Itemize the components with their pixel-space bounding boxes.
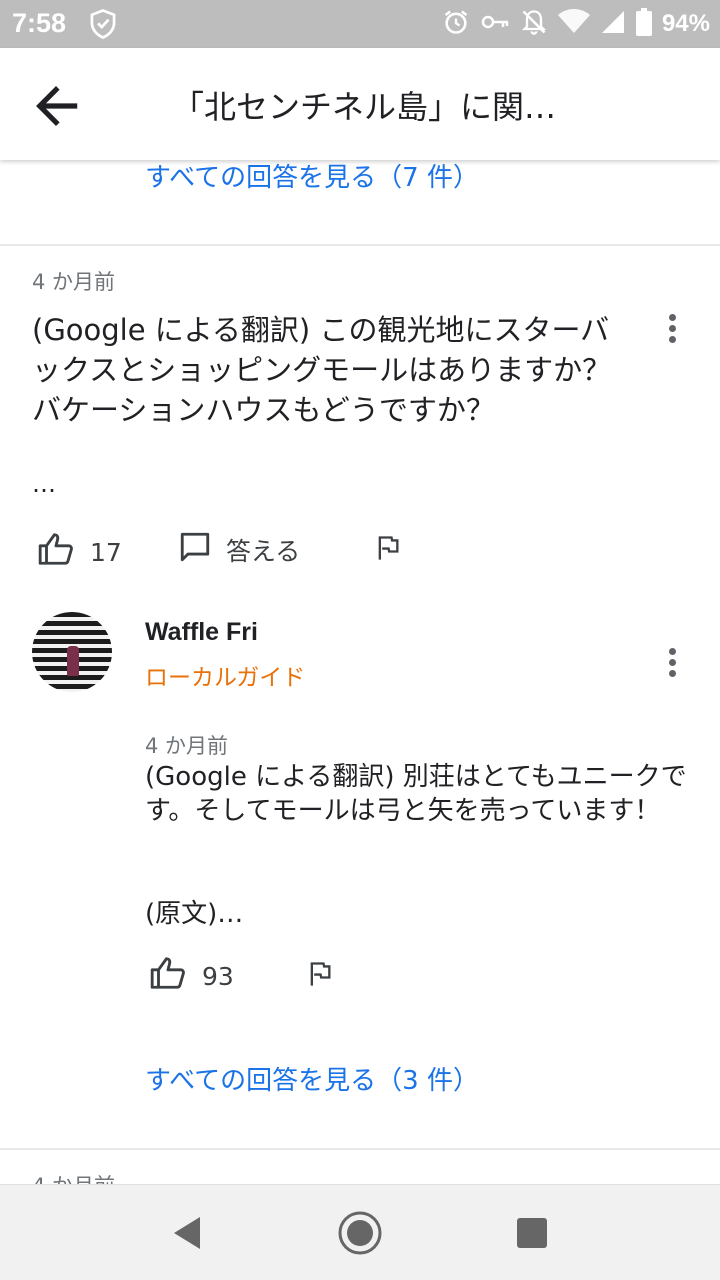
system-navigation-bar	[0, 1184, 720, 1280]
app-bar: 「北センチネル島」に関…	[0, 48, 720, 160]
home-nav-icon[interactable]	[336, 1209, 384, 1261]
answer-text: (Google による翻訳) 別荘はとてもユニークです。そしてモールは弓と矢を売…	[145, 762, 687, 826]
alarm-icon	[442, 8, 470, 40]
answer-timestamp: 4 か月前	[145, 734, 229, 758]
question-more-options-icon[interactable]	[662, 310, 682, 350]
question-text: (Google による翻訳) この観光地にスターバックスとショッピングモールはあ…	[32, 313, 612, 427]
divider	[0, 244, 720, 246]
answer-like-button[interactable]: 93	[148, 954, 234, 998]
local-guide-badge: ローカルガイド	[145, 665, 306, 691]
status-time: 7:58	[12, 8, 67, 38]
question-like-count: 17	[90, 537, 122, 567]
question-expand-ellipsis[interactable]: …	[32, 470, 56, 498]
avatar-figure	[67, 646, 79, 676]
battery-percentage: 94%	[661, 10, 710, 37]
answer-more-options-icon[interactable]	[662, 644, 682, 684]
thumb-up-icon	[36, 530, 76, 574]
status-bar: 7:58 94%	[0, 0, 720, 48]
thumb-up-icon	[148, 954, 188, 998]
flag-icon	[374, 534, 402, 568]
page-title: 「北センチネル島」に関…	[172, 88, 557, 126]
next-question-timestamp: 4 か月前	[32, 1170, 115, 1184]
wifi-icon	[557, 9, 590, 39]
flag-icon	[306, 960, 334, 994]
shield-icon	[88, 8, 118, 44]
divider	[0, 1148, 720, 1150]
answer-like-count: 93	[202, 961, 234, 991]
avatar[interactable]	[32, 612, 112, 692]
arrow-back-icon[interactable]	[28, 78, 84, 134]
question-like-button[interactable]: 17	[36, 530, 122, 574]
question-report-button[interactable]	[374, 534, 402, 568]
answer-author-name[interactable]: Waffle Fri	[145, 618, 258, 647]
see-all-answers-link[interactable]: すべての回答を見る（3 件）	[145, 1060, 479, 1097]
answer-original-link[interactable]: (原文)…	[145, 893, 243, 930]
recents-nav-icon[interactable]	[516, 1217, 548, 1253]
notifications-off-icon	[520, 8, 548, 40]
battery-icon	[635, 8, 652, 40]
answer-question-button[interactable]: 答える	[178, 530, 300, 570]
answer-question-label: 答える	[226, 537, 301, 566]
back-nav-icon[interactable]	[170, 1215, 204, 1255]
see-all-answers-link-previous[interactable]: すべての回答を見る（7 件）	[145, 160, 479, 194]
signal-icon	[600, 9, 626, 39]
key-icon	[480, 10, 510, 38]
comment-icon	[178, 530, 212, 570]
question-timestamp: 4 か月前	[32, 270, 116, 294]
answer-report-button[interactable]	[306, 960, 334, 994]
questions-list[interactable]: すべての回答を見る（7 件） 4 か月前 (Google による翻訳) この観光…	[0, 160, 720, 1184]
